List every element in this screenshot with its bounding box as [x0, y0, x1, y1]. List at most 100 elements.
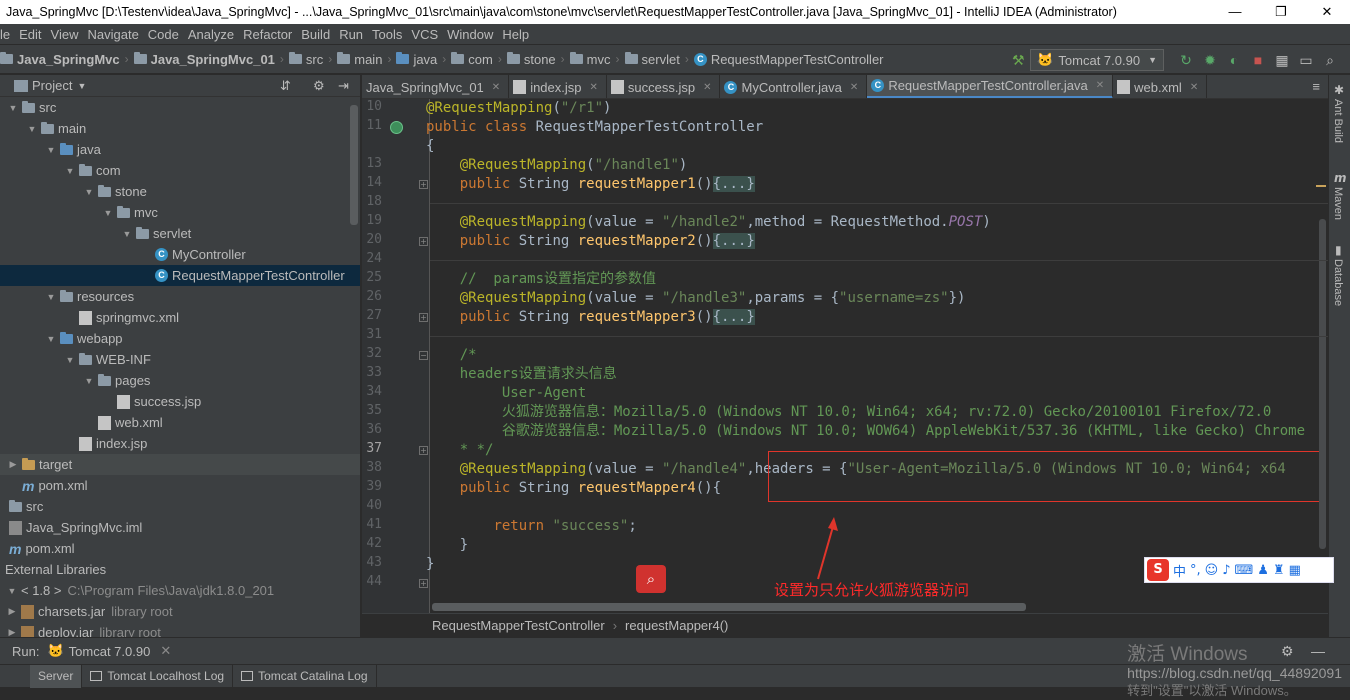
code-line[interactable]: 谷歌游览器信息：Mozilla/5.0 (Windows NT 10.0; WO…	[426, 422, 1305, 441]
tree-item[interactable]: ▼ webapp	[0, 328, 360, 349]
editor-tab[interactable]: Java_SpringMvc_01 ✕	[362, 75, 510, 98]
menu-item-7[interactable]: Build	[301, 27, 330, 42]
tree-item[interactable]: ▼ servlet	[0, 223, 360, 244]
code-line[interactable]: public String requestMapper1(){...}	[426, 175, 755, 194]
tree-item[interactable]: m pom.xml	[0, 538, 360, 559]
menu-item-8[interactable]: Run	[339, 27, 363, 42]
chevron-right-icon[interactable]: ▶	[7, 459, 19, 470]
vertical-scrollbar[interactable]	[1319, 219, 1326, 549]
tree-item[interactable]: ▼ resources	[0, 286, 360, 307]
tab-server[interactable]: Server	[30, 664, 83, 688]
breadcrumb-item[interactable]: src ›	[288, 52, 337, 67]
code-line[interactable]: {	[426, 137, 434, 156]
error-stripe-marker[interactable]	[1316, 185, 1326, 187]
menu-item-2[interactable]: View	[51, 27, 79, 42]
code-line[interactable]: public class RequestMapperTestController	[426, 118, 763, 137]
breadcrumb-class[interactable]: RequestMapperTestController	[432, 618, 605, 633]
chevron-down-icon[interactable]: ▼	[77, 81, 86, 91]
chevron-right-icon[interactable]: ▶	[6, 627, 18, 637]
editor-tab[interactable]: C MyController.java ✕	[720, 75, 868, 98]
breadcrumb-item[interactable]: C RequestMapperTestController	[693, 52, 884, 67]
code-line[interactable]: /*	[426, 346, 477, 365]
code-line[interactable]: @RequestMapping(value = "/handle2",metho…	[426, 213, 991, 232]
ime-language[interactable]: 中	[1173, 561, 1186, 580]
menu-item-12[interactable]: Help	[502, 27, 529, 42]
chevron-down-icon[interactable]: ▼	[45, 334, 57, 344]
stop-icon[interactable]: ■	[1250, 52, 1266, 68]
tree-item[interactable]: ▼ main	[0, 118, 360, 139]
breadcrumb-item[interactable]: com ›	[451, 52, 507, 67]
database-tool[interactable]: Database	[1332, 259, 1344, 306]
tree-item[interactable]: ▼ mvc	[0, 202, 360, 223]
menu-item-6[interactable]: Refactor	[243, 27, 292, 42]
collapse-all-icon[interactable]: ⇵	[280, 78, 291, 94]
chevron-right-icon[interactable]: ▶	[6, 606, 18, 617]
microphone-icon[interactable]: ♪	[1222, 563, 1230, 578]
close-icon[interactable]: ✕	[1096, 80, 1104, 91]
code-line[interactable]: 火狐游览器信息：Mozilla/5.0 (Windows NT 10.0; Wi…	[426, 403, 1271, 422]
project-panel-title[interactable]: Project	[32, 78, 72, 93]
tab-catalina-log[interactable]: Tomcat Catalina Log	[233, 664, 377, 688]
chevron-down-icon[interactable]: ▼	[26, 124, 38, 134]
tree-item[interactable]: ▶ charsets.jar library root	[0, 601, 360, 622]
search-everywhere-icon[interactable]: ⌕	[1322, 52, 1338, 68]
run-gutter-icon[interactable]	[390, 121, 403, 134]
build-hammer-icon[interactable]: ⚒	[1010, 52, 1026, 68]
code-line[interactable]: // params设置指定的参数值	[426, 270, 656, 289]
code-line[interactable]: headers设置请求头信息	[426, 365, 617, 384]
chevron-down-icon[interactable]: ▼	[6, 586, 18, 596]
menu-item-11[interactable]: Window	[447, 27, 493, 42]
tree-item[interactable]: ▼ pages	[0, 370, 360, 391]
close-icon[interactable]: ✕	[703, 82, 711, 93]
close-button[interactable]: ✕	[1304, 0, 1350, 24]
tree-item[interactable]: C RequestMapperTestController	[0, 265, 360, 286]
menu-item-4[interactable]: Code	[148, 27, 179, 42]
tree-item[interactable]: success.jsp	[0, 391, 360, 412]
search-icon[interactable]: ⌕	[636, 565, 666, 593]
tree-scrollbar[interactable]	[350, 105, 358, 225]
chevron-down-icon[interactable]: ▼	[64, 166, 76, 176]
breadcrumb-item[interactable]: mvc ›	[569, 52, 625, 67]
tab-localhost-log[interactable]: Tomcat Localhost Log	[82, 664, 234, 688]
editor-tab[interactable]: success.jsp ✕	[607, 75, 721, 98]
maximize-button[interactable]: ❐	[1258, 0, 1304, 24]
tree-item[interactable]: ▼ < 1.8 > C:\Program Files\Java\jdk1.8.0_2…	[0, 580, 360, 601]
maven-tool[interactable]: Maven	[1332, 187, 1344, 220]
close-icon[interactable]: ✕	[1190, 82, 1198, 93]
horizontal-scrollbar[interactable]	[432, 603, 1026, 611]
tree-item[interactable]: External Libraries	[0, 559, 360, 580]
user-icon[interactable]: ♟	[1257, 563, 1269, 578]
breadcrumb-item[interactable]: stone ›	[506, 52, 570, 67]
tree-item[interactable]: ▼ java	[0, 139, 360, 160]
tree-item[interactable]: ▶ target	[0, 454, 360, 475]
tree-item[interactable]: ▼ WEB-INF	[0, 349, 360, 370]
breadcrumb-item[interactable]: servlet ›	[624, 52, 694, 67]
chevron-down-icon[interactable]: ▼	[7, 103, 19, 113]
code-area[interactable]: @RequestMapping("/r1") public class Reque…	[426, 99, 1326, 613]
code-line[interactable]: }	[426, 536, 468, 555]
chevron-down-icon[interactable]: ▼	[102, 208, 114, 218]
breadcrumb-item[interactable]: main ›	[337, 52, 396, 67]
tree-item[interactable]: src	[0, 496, 360, 517]
chevron-down-icon[interactable]: ▼	[64, 355, 76, 365]
code-line[interactable]: }	[426, 555, 434, 574]
run-config-tab[interactable]: Tomcat 7.0.90	[69, 644, 151, 659]
coverage-icon[interactable]: ◐	[1226, 52, 1242, 68]
tree-item[interactable]: ▶ deploy.jar library root	[0, 622, 360, 637]
tree-item[interactable]: ▼ src	[0, 97, 360, 118]
debug-bug-icon[interactable]: ✹	[1202, 52, 1218, 68]
menu-item-0[interactable]: le	[0, 27, 10, 42]
tree-item[interactable]: m pom.xml	[0, 475, 360, 496]
editor-tab[interactable]: C RequestMapperTestController.java ✕	[867, 75, 1114, 98]
code-line[interactable]: @RequestMapping("/handle1")	[426, 156, 688, 175]
chevron-down-icon[interactable]: ▼	[121, 229, 133, 239]
menu-item-9[interactable]: Tools	[372, 27, 402, 42]
code-editor[interactable]: 10 11 13 14 18 19 20 24 25 26 27 31 32 33 34 35 36 37 38 39…	[362, 99, 1328, 613]
chevron-down-icon[interactable]: ▼	[45, 292, 57, 302]
editor-tab[interactable]: web.xml ✕	[1113, 75, 1208, 98]
breadcrumb-item[interactable]: Java_SpringMvc ›	[0, 52, 134, 67]
tree-item[interactable]: ▼ stone	[0, 181, 360, 202]
code-line[interactable]: * */	[426, 441, 494, 460]
skin-icon[interactable]: ♜	[1273, 563, 1285, 578]
keyboard-icon[interactable]: ⌨	[1235, 563, 1254, 578]
